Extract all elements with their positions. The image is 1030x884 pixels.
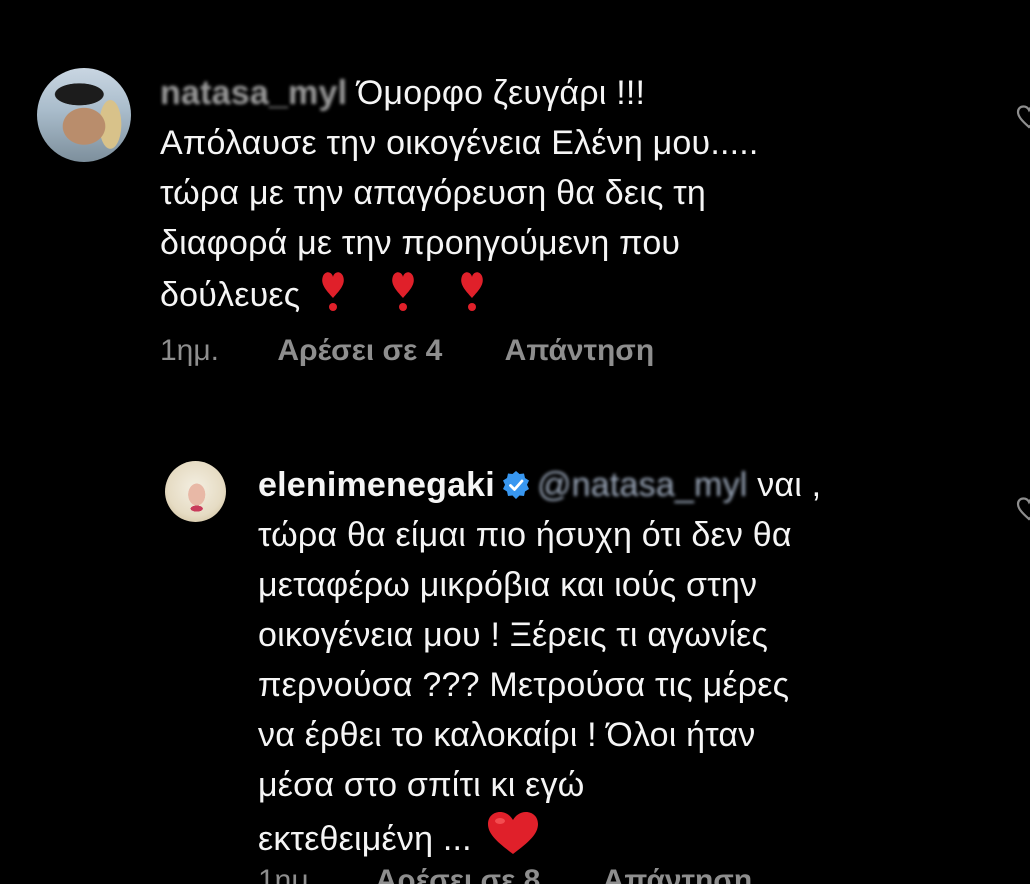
avatar[interactable] [165,461,226,522]
comment-line: μέσα στο σπίτι κι εγώ [258,766,585,804]
reply-button[interactable]: Απάντηση [505,334,655,368]
comment-time: 1ημ. [258,864,317,884]
comment-line: μεταφέρω μικρόβια και ιούς στην [258,566,758,604]
verified-badge-icon [502,471,529,499]
red-heart-icon [488,812,539,854]
comment-line: Απόλαυσε την οικογένεια Ελένη μου..... [160,124,759,162]
reply-button[interactable]: Απάντηση [603,864,753,884]
comment-meta: 1ημ. Αρέσει σε 8 Απάντηση [258,864,752,884]
like-heart-icon[interactable] [1016,496,1030,522]
comment-meta: 1ημ. Αρέσει σε 4 Απάντηση [160,334,654,368]
heart-exclamation-icon [391,272,414,311]
comment-line: εκτεθειμένη ... [258,820,472,858]
comment-line: Όμορφο ζευγάρι !!! [356,74,646,112]
comment-line: ναι , [757,466,822,504]
comment-line: τώρα θα είμαι πιο ήσυχη ότι δεν θα [258,516,792,554]
comment-line: δούλευες [160,276,301,314]
comment-line: περνούσα ??? Μετρούσα τις μέρες [258,666,790,704]
comment-body: natasa_myl Όμορφο ζευγάρι !!! Απόλαυσε τ… [160,68,960,320]
comment-line: τώρα με την απαγόρευση θα δεις τη [160,174,706,212]
like-heart-icon[interactable] [1016,104,1030,130]
comment-body: elenimenegaki @natasa_myl ναι , τώρα θα … [258,460,978,864]
heart-exclamation-icon [461,272,484,311]
likes-count-button[interactable]: Αρέσει σε 4 [277,334,442,368]
comment-username[interactable]: natasa_myl [160,74,347,112]
comments-screen: natasa_myl Όμορφο ζευγάρι !!! Απόλαυσε τ… [0,0,1030,884]
likes-count-button[interactable]: Αρέσει σε 8 [375,864,540,884]
comment-line: διαφορά με την προηγούμενη που [160,224,681,262]
avatar[interactable] [37,68,131,162]
mention-link[interactable]: @natasa_myl [537,466,748,504]
comment-line: να έρθει το καλοκαίρι ! Όλοι ήταν [258,716,756,754]
comment-line: οικογένεια μου ! Ξέρεις τι αγωνίες [258,616,769,654]
heart-exclamation-icon [322,272,344,311]
comment-username[interactable]: elenimenegaki [258,466,495,504]
comment-time: 1ημ. [160,334,219,367]
